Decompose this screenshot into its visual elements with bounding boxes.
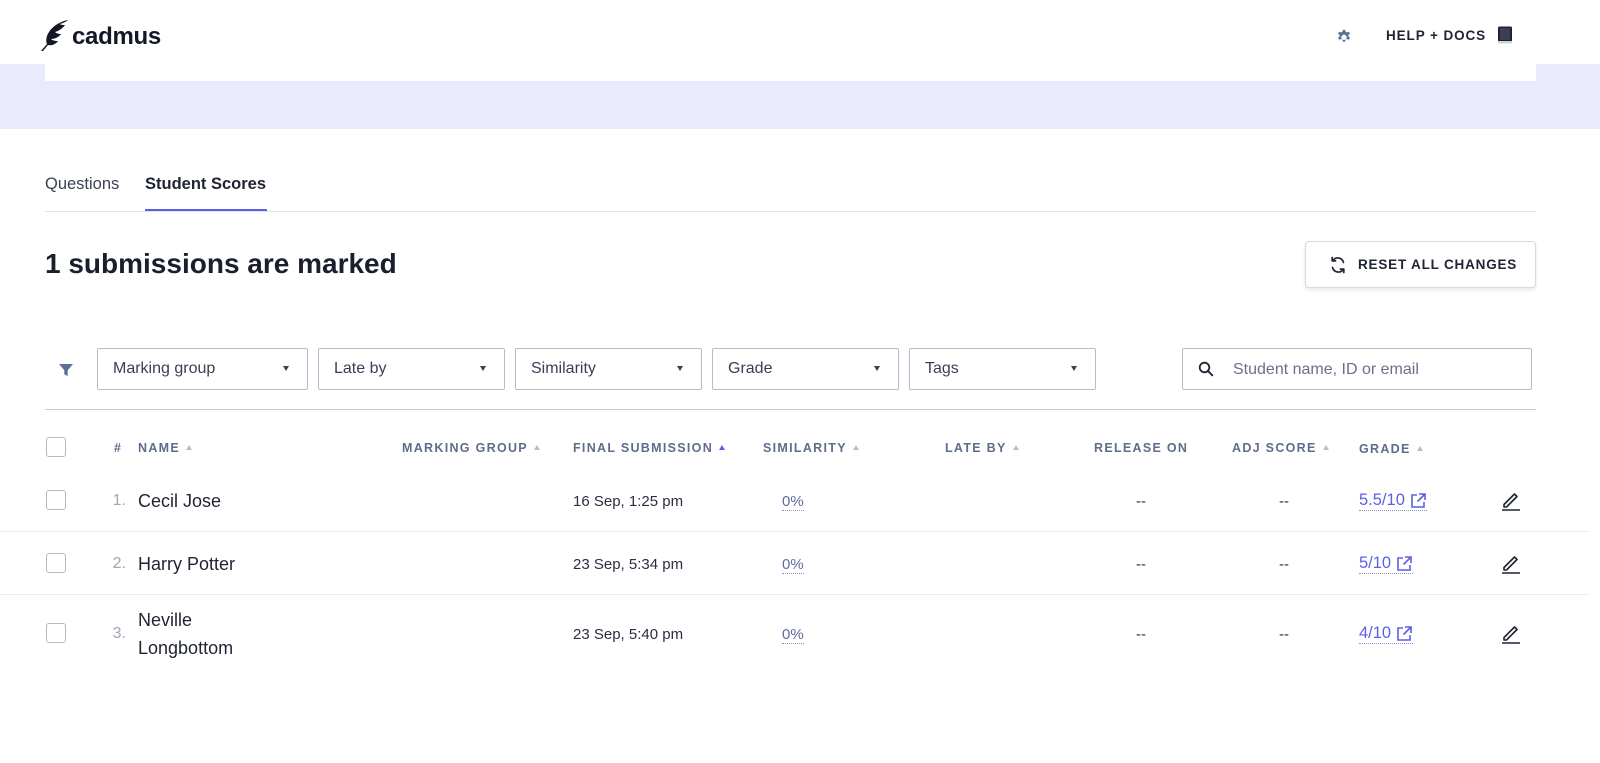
pencil-edit-icon[interactable] (1500, 552, 1522, 574)
similarity-dropdown[interactable]: Similarity (515, 348, 702, 390)
column-header-marking-group[interactable]: MARKING GROUP (402, 441, 540, 455)
gear-icon[interactable] (1335, 27, 1353, 45)
marking-group-dropdown-label: Marking group (113, 360, 216, 377)
column-header-grade[interactable]: GRADE (1359, 442, 1423, 456)
similarity-link[interactable]: 0% (782, 556, 804, 574)
caret-down-icon (874, 366, 880, 371)
column-header-late-by-label: LATE BY (945, 441, 1007, 455)
column-header-release-on: RELEASE ON (1094, 441, 1189, 455)
student-name: Neville Longbottom (138, 610, 234, 658)
tab-bar: Questions Student Scores (45, 168, 1536, 212)
sort-icon (186, 445, 193, 450)
grade-link[interactable]: 5.5/10 (1359, 491, 1427, 511)
adj-score-value: -- (1279, 556, 1289, 573)
grade-value: 4/10 (1359, 624, 1392, 642)
column-header-adj-score[interactable]: ADJ SCORE (1232, 441, 1329, 455)
grade-dropdown[interactable]: Grade (712, 348, 899, 390)
tags-dropdown[interactable]: Tags (909, 348, 1096, 390)
grade-link[interactable]: 5/10 (1359, 554, 1414, 574)
external-link-icon (1397, 555, 1412, 571)
column-header-similarity[interactable]: SIMILARITY (763, 441, 859, 455)
page-title: 1 submissions are marked (45, 248, 397, 279)
row-checkbox[interactable] (46, 623, 66, 643)
caret-down-icon (480, 366, 486, 371)
brand-name: cadmus (72, 23, 161, 50)
sort-icon (533, 445, 540, 450)
row-divider (0, 531, 1590, 532)
grade-value: 5/10 (1359, 554, 1392, 572)
grade-value: 5.5/10 (1359, 491, 1405, 509)
column-header-number: # (114, 441, 123, 455)
refresh-icon (1331, 256, 1345, 273)
active-tab-indicator (145, 209, 267, 211)
sort-icon (1416, 446, 1423, 451)
tags-dropdown-label: Tags (925, 360, 959, 377)
caret-down-icon (677, 366, 683, 371)
summary-card-edge (45, 64, 1536, 81)
sort-icon (1012, 445, 1019, 450)
sort-icon (1322, 445, 1329, 450)
late-by-dropdown-label: Late by (334, 360, 387, 377)
similarity-dropdown-label: Similarity (531, 360, 596, 377)
pencil-edit-icon[interactable] (1500, 489, 1522, 511)
row-number: 1. (112, 492, 126, 509)
sort-icon (852, 445, 859, 450)
tab-questions[interactable]: Questions (45, 175, 119, 194)
column-header-name-label: NAME (138, 441, 181, 455)
feather-logo-icon (41, 20, 68, 51)
external-link-icon (1397, 625, 1412, 641)
pencil-edit-icon[interactable] (1500, 622, 1522, 644)
row-checkbox[interactable] (46, 490, 66, 510)
cadmus-logo[interactable]: cadmus (38, 18, 161, 52)
adj-score-value: -- (1279, 626, 1289, 643)
column-header-marking-group-label: MARKING GROUP (402, 441, 528, 455)
column-header-final-submission-label: FINAL SUBMISSION (573, 441, 714, 455)
column-header-name[interactable]: NAME (138, 441, 193, 455)
column-header-late-by[interactable]: LATE BY (945, 441, 1019, 455)
row-number: 2. (112, 555, 126, 572)
sort-active-icon (719, 445, 726, 450)
adj-score-value: -- (1279, 493, 1289, 510)
book-icon[interactable] (1497, 26, 1513, 45)
late-by-dropdown[interactable]: Late by (318, 348, 505, 390)
caret-down-icon (283, 366, 289, 371)
top-bar: cadmus HELP + DOCS (0, 0, 1600, 64)
row-checkbox[interactable] (46, 553, 66, 573)
row-divider (0, 594, 1590, 595)
student-name: Cecil Jose (138, 491, 222, 511)
student-name: Harry Potter (138, 554, 236, 574)
grade-dropdown-label: Grade (728, 360, 773, 377)
release-on-value: -- (1136, 556, 1146, 573)
column-header-grade-label: GRADE (1359, 442, 1411, 456)
final-submission-date: 23 Sep, 5:34 pm (573, 556, 684, 573)
reset-all-changes-label: RESET ALL CHANGES (1358, 257, 1518, 272)
marking-group-dropdown[interactable]: Marking group (97, 348, 308, 390)
release-on-value: -- (1136, 626, 1146, 643)
help-docs-link[interactable]: HELP + DOCS (1386, 28, 1486, 43)
filter-icon[interactable] (58, 362, 74, 378)
grade-link[interactable]: 4/10 (1359, 624, 1414, 644)
column-header-similarity-label: SIMILARITY (763, 441, 847, 455)
row-number: 3. (112, 625, 126, 642)
student-search (1182, 348, 1532, 390)
column-header-adj-score-label: ADJ SCORE (1232, 441, 1317, 455)
column-header-final-submission[interactable]: FINAL SUBMISSION (573, 441, 726, 455)
reset-all-changes-button[interactable]: RESET ALL CHANGES (1305, 241, 1536, 288)
caret-down-icon (1071, 366, 1077, 371)
similarity-link[interactable]: 0% (782, 493, 804, 511)
divider (45, 409, 1536, 410)
search-input[interactable] (1233, 358, 1523, 382)
final-submission-date: 16 Sep, 1:25 pm (573, 493, 684, 510)
similarity-link[interactable]: 0% (782, 626, 804, 644)
final-submission-date: 23 Sep, 5:40 pm (573, 626, 684, 643)
search-icon (1198, 361, 1214, 377)
tab-student-scores[interactable]: Student Scores (145, 175, 266, 194)
release-on-value: -- (1136, 493, 1146, 510)
select-all-checkbox[interactable] (46, 437, 66, 457)
external-link-icon (1411, 492, 1426, 508)
